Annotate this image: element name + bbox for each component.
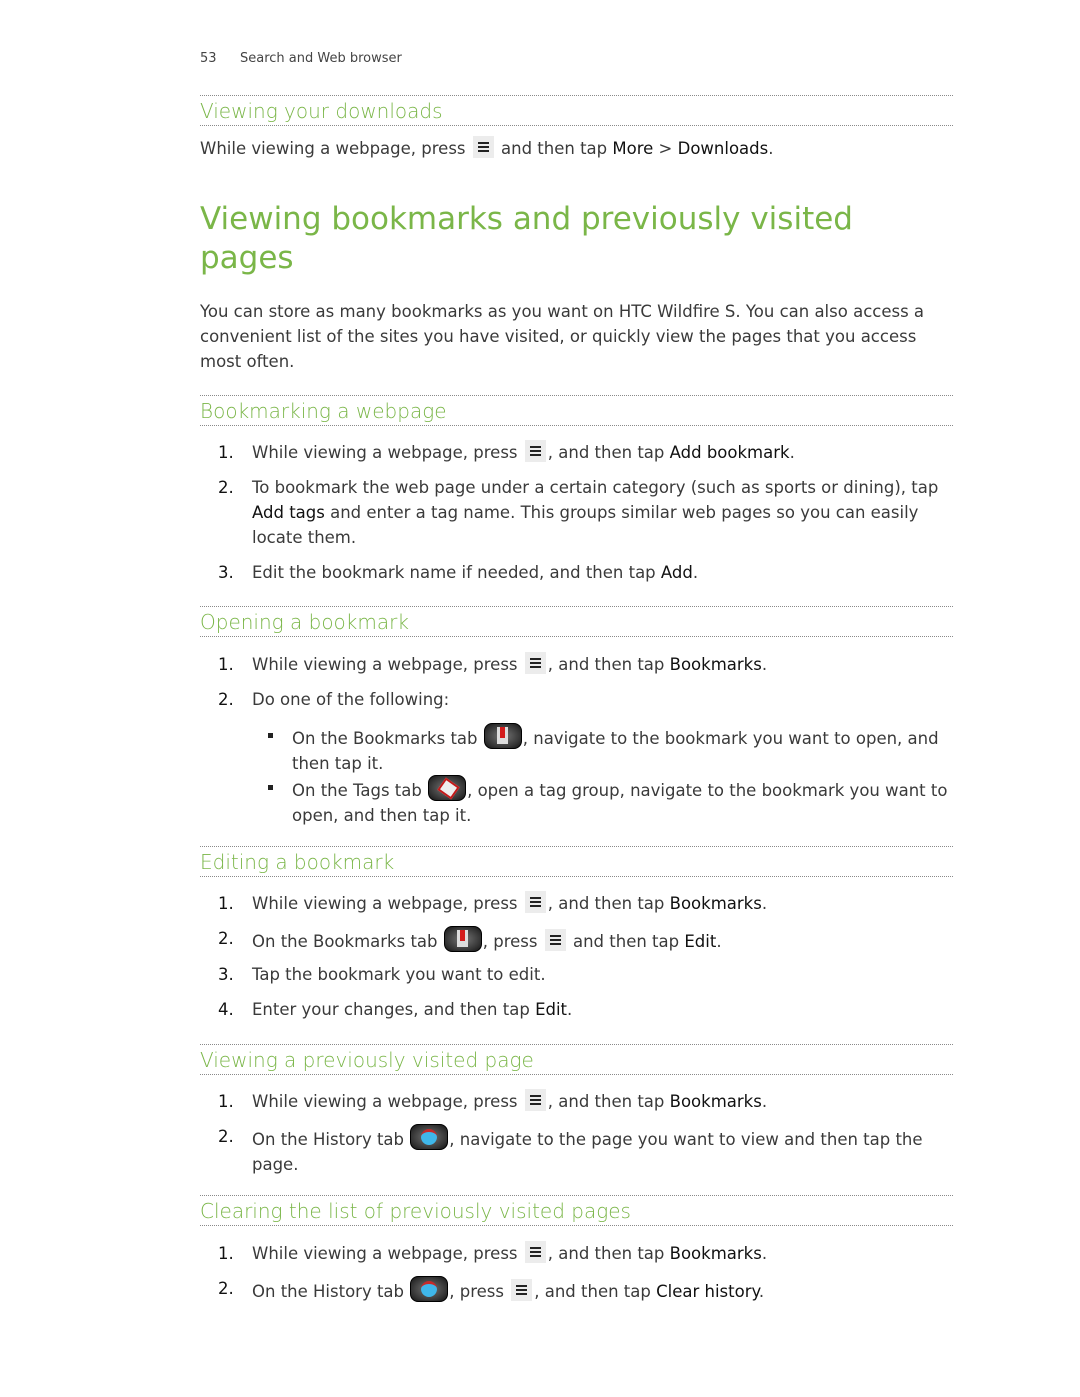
text: To bookmark the web page under a certain… (252, 478, 939, 497)
menu-icon (472, 136, 494, 158)
text: While viewing a webpage, press (252, 655, 523, 674)
heading-text: Editing a bookmark (200, 850, 395, 874)
text: , press (449, 1282, 510, 1301)
text: . (761, 655, 768, 674)
heading-viewing-downloads: Viewing your downloads (200, 95, 953, 126)
step-number: 1. (218, 894, 234, 913)
text: Enter your changes, and then tap (252, 1000, 536, 1019)
ui-term: Bookmarks (669, 1092, 762, 1111)
text: Edit the bookmark name if needed, and th… (252, 563, 661, 582)
menu-icon (524, 1089, 546, 1111)
heading-clearing: Clearing the list of previously visited … (200, 1195, 953, 1226)
step-number: 4. (218, 1000, 234, 1019)
heading-text: Viewing your downloads (200, 99, 443, 123)
menu-icon (511, 1279, 533, 1301)
text: . (768, 139, 774, 158)
text: On the Tags tab (292, 781, 428, 800)
text: On the Bookmarks tab (292, 729, 483, 748)
ui-term: Bookmarks (669, 894, 762, 913)
text: . (789, 443, 795, 462)
ui-term: Add (660, 563, 693, 582)
text: . (567, 1000, 573, 1019)
text: , and then tap (547, 1092, 670, 1111)
step-number: 1. (218, 1092, 234, 1111)
menu-icon (524, 891, 546, 913)
text: . (761, 894, 768, 913)
bookmarks-tab-icon (443, 926, 482, 952)
text: Tap the bookmark you want to edit. (252, 965, 546, 984)
heading-visited: Viewing a previously visited page (200, 1044, 953, 1075)
step-number: 1. (218, 1244, 234, 1263)
text: . (761, 1244, 768, 1263)
step-number: 2. (218, 1279, 234, 1298)
text: While viewing a webpage, press (252, 1244, 523, 1263)
page-number: 53 (200, 51, 217, 66)
downloads-instruction: While viewing a webpage, press and then … (200, 136, 953, 161)
text: . (692, 563, 699, 582)
text: and then tap (567, 932, 685, 951)
text: While viewing a webpage, press (200, 139, 471, 158)
text: , and then tap (547, 1244, 670, 1263)
text: While viewing a webpage, press (252, 443, 523, 462)
ui-term-more: More (612, 139, 654, 158)
menu-icon (524, 440, 546, 462)
ui-term: Edit (535, 1000, 568, 1019)
text: On the History tab (252, 1130, 410, 1149)
ui-term-downloads: Downloads (677, 139, 769, 158)
heading-text: Bookmarking a webpage (200, 399, 447, 423)
text: and then tap (495, 139, 613, 158)
step-number: 3. (218, 965, 234, 984)
step-number: 1. (218, 443, 234, 462)
step-number: 2. (218, 1127, 234, 1146)
menu-icon (544, 929, 566, 951)
text: , and then tap (534, 1282, 657, 1301)
heading-text: Opening a bookmark (200, 610, 409, 634)
step-number: 2. (218, 929, 234, 948)
page-title: Viewing bookmarks and previously visited… (200, 201, 853, 276)
text: On the Bookmarks tab (252, 932, 443, 951)
text: Do one of the following: (252, 690, 450, 709)
history-tab-icon (410, 1276, 449, 1302)
bullet-marker (268, 733, 273, 738)
text: On the History tab (252, 1282, 410, 1301)
text: , and then tap (547, 443, 670, 462)
text: . (758, 1282, 765, 1301)
history-tab-icon (410, 1124, 449, 1150)
heading-editing: Editing a bookmark (200, 846, 953, 877)
menu-icon (524, 652, 546, 674)
tags-tab-icon (428, 775, 467, 801)
text: . (761, 1092, 768, 1111)
ui-term: Add tags (252, 503, 325, 522)
heading-text: Clearing the list of previously visited … (200, 1199, 631, 1223)
bullet-marker (268, 785, 273, 790)
ui-term: Bookmarks (669, 655, 762, 674)
text: While viewing a webpage, press (252, 1092, 523, 1111)
step-number: 2. (218, 478, 234, 497)
ui-term: Bookmarks (669, 1244, 762, 1263)
heading-opening: Opening a bookmark (200, 606, 953, 637)
menu-icon (524, 1241, 546, 1263)
step-number: 2. (218, 690, 234, 709)
ui-term: Clear history (656, 1282, 759, 1301)
text: While viewing a webpage, press (252, 894, 523, 913)
text: . (716, 932, 722, 951)
heading-bookmarking: Bookmarking a webpage (200, 395, 953, 426)
section-name: Search and Web browser (240, 51, 402, 66)
heading-text: Viewing a previously visited page (200, 1048, 534, 1072)
text: > (653, 139, 678, 158)
text: and enter a tag name. This groups simila… (252, 503, 919, 547)
step-number: 3. (218, 563, 234, 582)
ui-term: Edit (684, 932, 717, 951)
text: , press (482, 932, 543, 951)
text: , and then tap (547, 655, 670, 674)
running-head: 53 Search and Web browser (200, 51, 402, 66)
text: , and then tap (547, 894, 670, 913)
ui-term: Add bookmark (669, 443, 790, 462)
intro-paragraph: You can store as many bookmarks as you w… (200, 302, 925, 371)
step-number: 1. (218, 655, 234, 674)
bookmarks-tab-icon (483, 723, 522, 749)
